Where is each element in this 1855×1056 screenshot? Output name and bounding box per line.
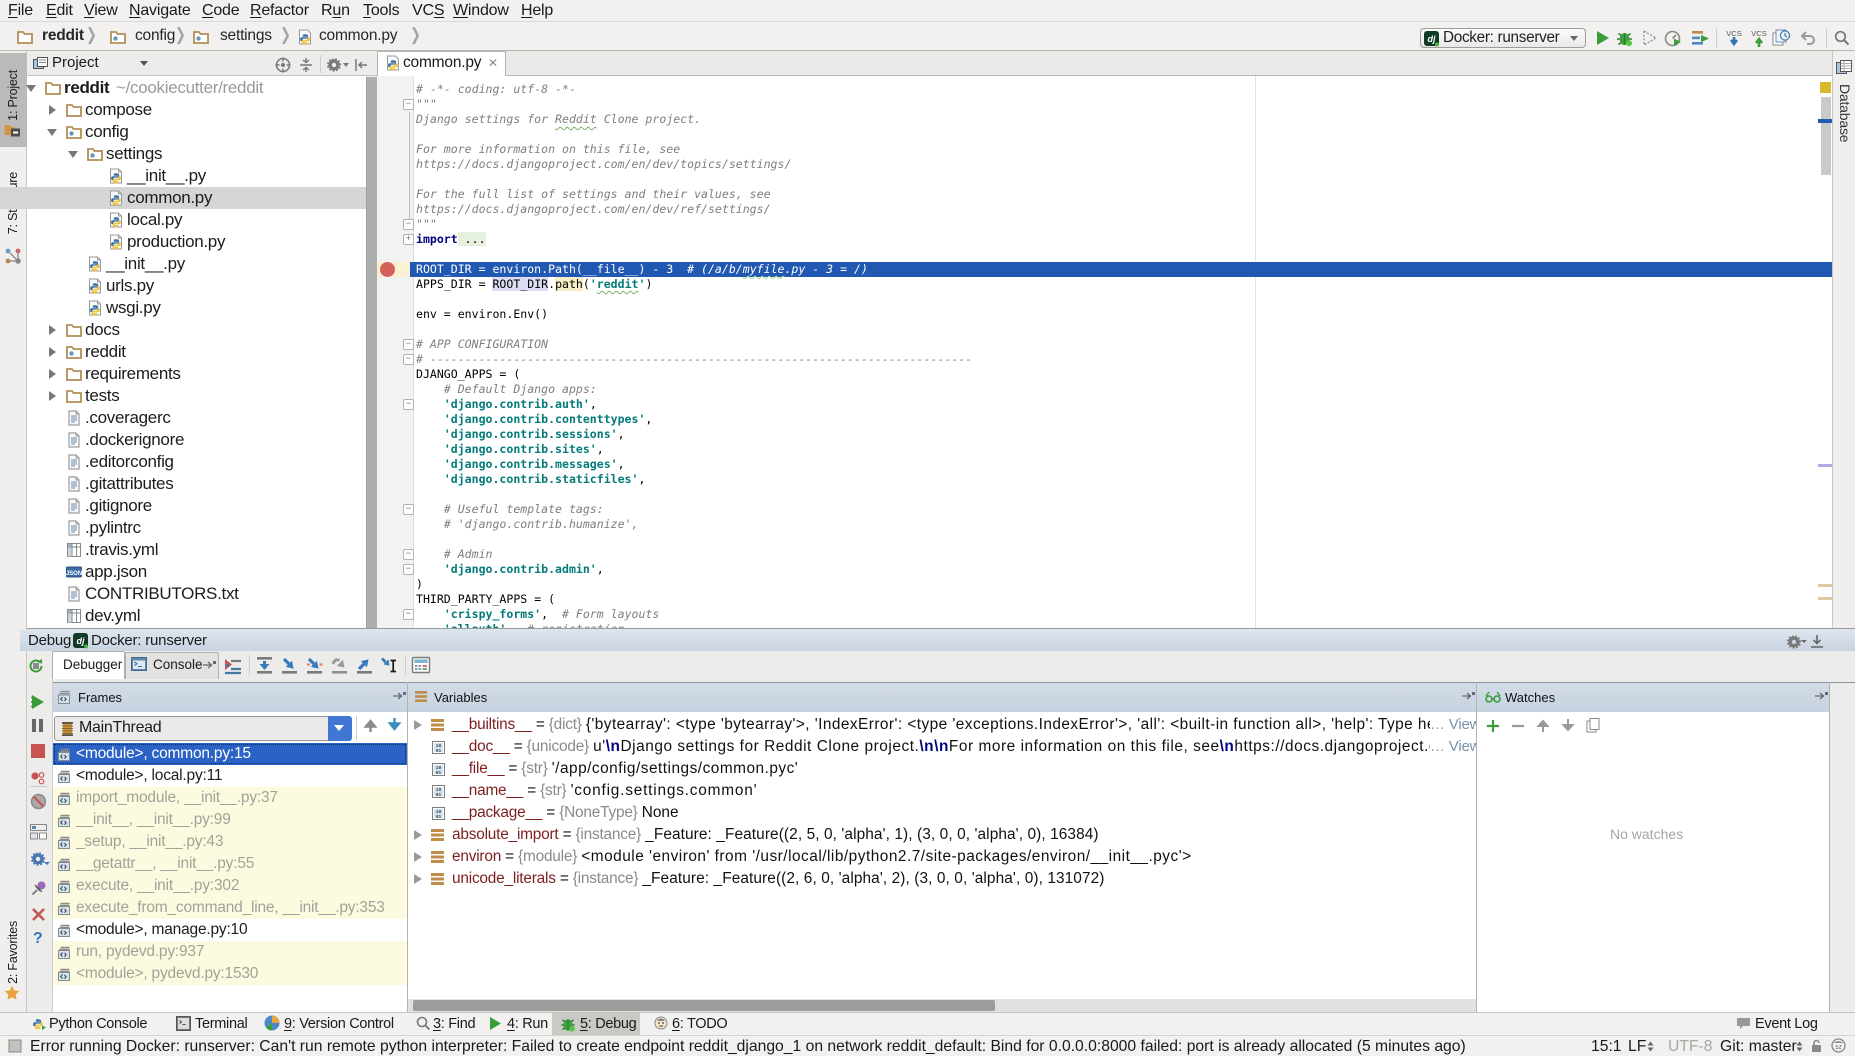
svg-text:VCS: VCS (1751, 29, 1766, 38)
svg-text:VCS: VCS (1726, 29, 1741, 38)
svg-text:01: 01 (436, 814, 442, 820)
svg-text:01: 01 (436, 792, 442, 798)
svg-text:01: 01 (436, 748, 442, 754)
svg-text:01: 01 (436, 770, 442, 776)
svg-text:dj: dj (1428, 34, 1436, 44)
svg-text:dj: dj (77, 636, 85, 646)
